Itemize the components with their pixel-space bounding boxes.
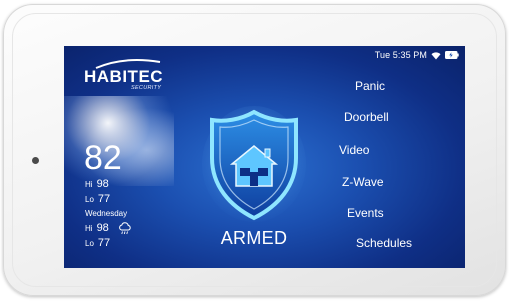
brand-tagline: SECURITY [131,85,162,91]
menu-schedules[interactable]: Schedules [356,236,412,250]
forecast-hi-label: Hi [85,224,93,233]
rain-cloud-icon [119,222,131,235]
status-bar: Tue 5:35 PM [375,48,459,62]
menu-video[interactable]: Video [339,143,369,157]
touch-screen: Tue 5:35 PM HABITEC SECURITY 82 Hi 98 Lo 7… [64,46,465,268]
today-low: Lo 77 [85,194,110,205]
forecast-low: Lo 77 [85,238,110,249]
forecast-lo-label: Lo [85,239,94,248]
menu-events[interactable]: Events [347,206,384,220]
tablet-bezel: Tue 5:35 PM HABITEC SECURITY 82 Hi 98 Lo 7… [3,4,506,296]
house-shield-icon[interactable] [202,106,306,224]
menu-zwave[interactable]: Z-Wave [342,175,384,189]
forecast-hi-value: 98 [96,222,109,234]
system-status[interactable]: ARMED [212,228,296,249]
status-time: Tue 5:35 PM [374,50,427,60]
menu-doorbell[interactable]: Doorbell [344,110,389,124]
menu-panic[interactable]: Panic [355,79,385,93]
camera-icon [32,157,39,164]
today-hi-label: Hi [85,180,93,189]
forecast-lo-value: 77 [97,237,111,249]
habitec-logo: HABITEC SECURITY [84,58,170,94]
today-lo-value: 77 [97,193,111,205]
battery-charging-icon [445,51,459,59]
today-hi-value: 98 [96,178,109,190]
current-temperature: 82 [84,139,122,177]
forecast-day: Wednesday [85,209,128,218]
forecast-high: Hi 98 [85,223,109,234]
today-high: Hi 98 [85,179,109,190]
today-lo-label: Lo [85,195,94,204]
wifi-icon [431,51,441,59]
brand-name: HABITEC [84,67,164,86]
